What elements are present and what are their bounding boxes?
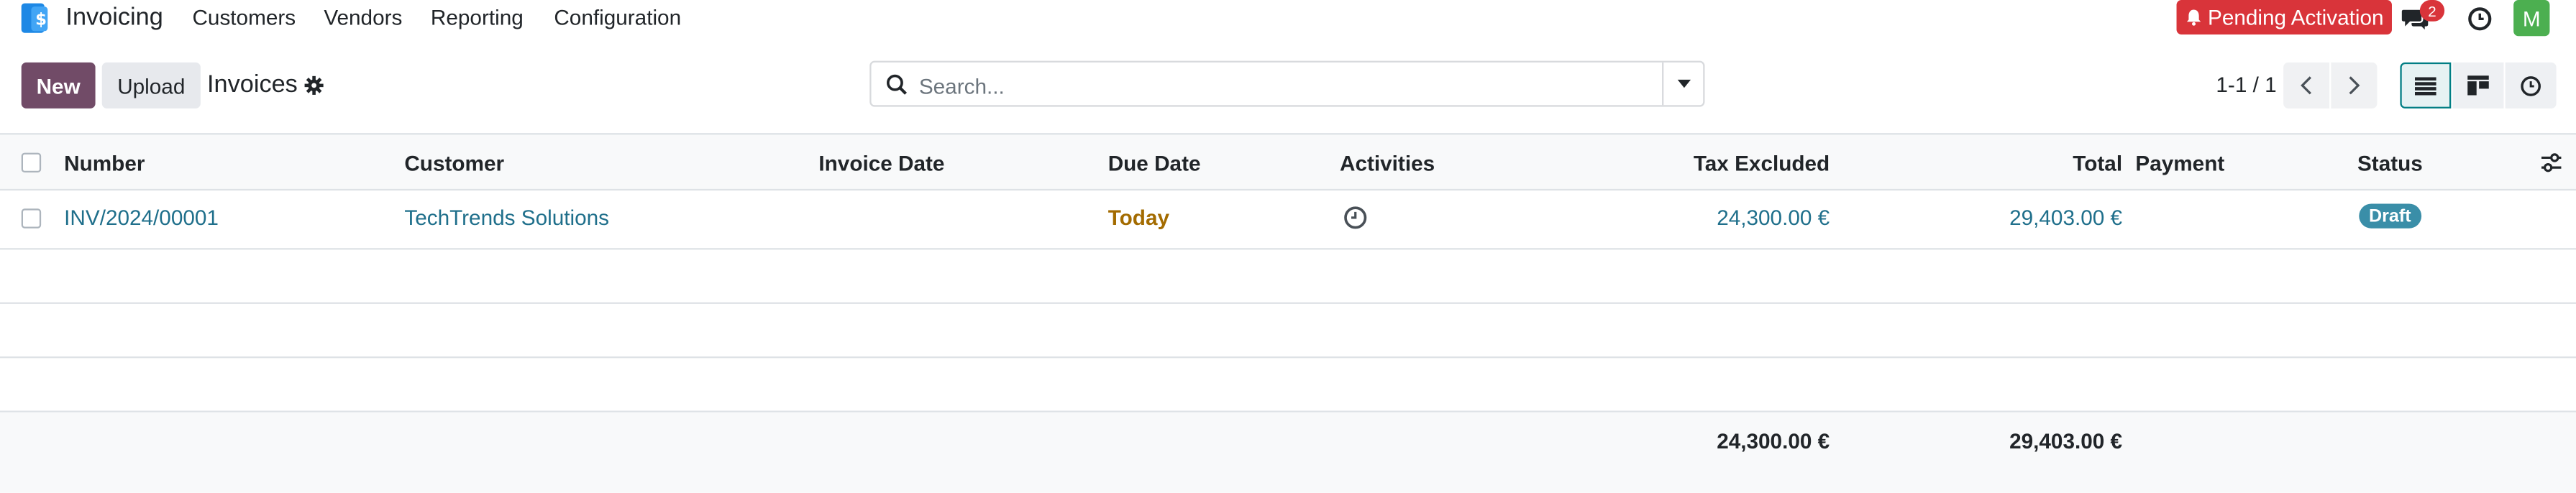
top-navbar: $ Invoicing Customers Vendors Reporting …: [0, 0, 2576, 37]
empty-row: [0, 249, 2576, 304]
invoice-total: 29,403.00 €: [2009, 205, 2123, 231]
column-customer[interactable]: Customer: [404, 151, 504, 175]
column-due-date[interactable]: Due Date: [1108, 151, 1201, 175]
select-all-checkbox[interactable]: [21, 152, 42, 173]
column-total[interactable]: Total: [1925, 151, 2122, 175]
column-number[interactable]: Number: [64, 151, 145, 175]
empty-row: [0, 304, 2576, 359]
svg-text:$: $: [35, 10, 47, 29]
row-checkbox[interactable]: [21, 208, 42, 229]
column-tax-excluded[interactable]: Tax Excluded: [1632, 151, 1830, 175]
bell-icon: [2186, 9, 2201, 26]
page-title: Invoices: [207, 70, 298, 99]
pager-previous-button[interactable]: [2283, 62, 2330, 109]
caret-down-icon: [1676, 79, 1690, 88]
status-badge: Draft: [2359, 203, 2421, 229]
chevron-right-icon: [2349, 76, 2360, 95]
upload-button[interactable]: Upload: [101, 62, 201, 109]
invoice-due-date: Today: [1107, 205, 1170, 231]
activity-view-button[interactable]: [2505, 62, 2557, 109]
column-status[interactable]: Status: [2357, 151, 2423, 175]
table-header: Number Customer Invoice Date Due Date Ac…: [0, 133, 2576, 191]
invoice-customer[interactable]: TechTrends Solutions: [404, 206, 609, 230]
invoicing-app-icon[interactable]: $: [18, 1, 51, 34]
list-icon: [2414, 76, 2436, 95]
pager-value[interactable]: 1-1 / 1: [2216, 73, 2276, 97]
list-view-button[interactable]: [2400, 62, 2452, 109]
app-name[interactable]: Invoicing: [65, 4, 163, 32]
sum-tax-excluded: 24,300.00 €: [1717, 428, 1830, 453]
search-options-toggle[interactable]: [1662, 62, 1703, 106]
sum-total: 29,403.00 €: [2009, 428, 2123, 453]
pending-activation-label: Pending Activation: [2207, 4, 2384, 30]
optional-columns-icon[interactable]: [2540, 151, 2563, 174]
column-invoice-date[interactable]: Invoice Date: [818, 151, 944, 175]
messages-count-badge: 2: [2419, 0, 2445, 22]
invoice-tax-excluded: 24,300.00 €: [1717, 205, 1830, 231]
chevron-left-icon: [2301, 76, 2311, 95]
menu-vendors[interactable]: Vendors: [324, 5, 402, 29]
new-button[interactable]: New: [21, 62, 96, 109]
invoice-number[interactable]: INV/2024/00001: [64, 206, 219, 230]
search-bar: [869, 60, 1705, 107]
table-row[interactable]: INV/2024/00001 TechTrends Solutions Toda…: [0, 190, 2576, 250]
menu-reporting[interactable]: Reporting: [431, 5, 524, 29]
column-payment[interactable]: Payment: [2135, 151, 2224, 175]
kanban-icon: [2467, 75, 2489, 96]
search-input[interactable]: [915, 67, 1695, 104]
gear-icon[interactable]: [304, 74, 324, 95]
kanban-view-button[interactable]: [2452, 62, 2504, 109]
search-icon: [886, 74, 908, 96]
schedule-activity-icon[interactable]: [1343, 206, 1368, 230]
menu-customers[interactable]: Customers: [192, 5, 296, 29]
empty-row: [0, 358, 2576, 413]
clock-icon: [2521, 75, 2541, 96]
pending-activation-button[interactable]: Pending Activation: [2176, 0, 2392, 35]
invoicing-app: $ Invoicing Customers Vendors Reporting …: [0, 0, 2576, 493]
activity-clock-icon[interactable]: [2462, 1, 2495, 34]
pager-next-button[interactable]: [2331, 62, 2378, 109]
menu-configuration[interactable]: Configuration: [554, 5, 681, 29]
user-avatar[interactable]: M: [2513, 0, 2550, 37]
table-footer-totals: 24,300.00 € 29,403.00 €: [0, 412, 2576, 493]
column-activities[interactable]: Activities: [1340, 151, 1435, 175]
